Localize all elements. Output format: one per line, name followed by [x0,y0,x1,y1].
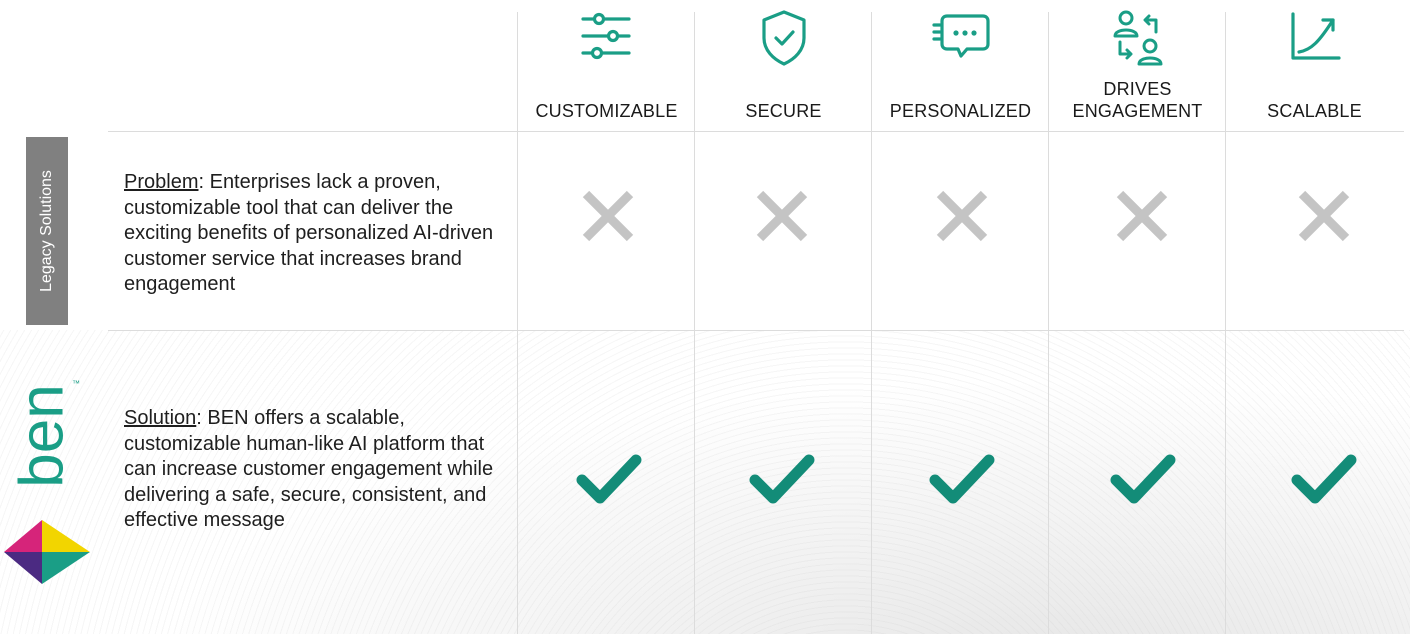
column-header-drives-engagement: DRIVES ENGAGEMENT [1049,0,1226,130]
legacy-solutions-tab: Legacy Solutions [26,137,68,325]
ben-wordmark: ben ™ [10,379,80,488]
check-icon [749,454,815,504]
x-icon [756,190,808,242]
ben-word: ben [10,384,76,487]
growth-chart-icon [1290,12,1341,60]
problem-statement: Problem: Enterprises lack a proven, cust… [124,170,509,298]
column-label: SECURE [745,101,822,121]
column-header-personalized: PERSONALIZED [872,0,1049,130]
chat-bubble-icon [931,14,990,58]
column-header-secure: SECURE [695,0,872,130]
trademark-symbol: ™ [72,379,80,388]
solution-heading: Solution [124,407,197,429]
x-icon [1116,190,1168,242]
ben-diamond-logo [4,520,90,584]
solution-statement: Solution: BEN offers a scalable, customi… [124,406,509,534]
check-icon [576,454,642,504]
shield-check-icon [761,10,806,66]
problem-heading: Problem [124,171,199,193]
legacy-solutions-label: Legacy Solutions [38,170,55,292]
column-header-scalable: SCALABLE [1226,0,1403,130]
x-icon [582,190,634,242]
check-icon [929,454,995,504]
sliders-icon [580,12,631,60]
users-exchange-icon [1113,10,1162,66]
check-icon [1110,454,1176,504]
column-label: DRIVES ENGAGEMENT [1072,79,1203,121]
x-icon [1298,190,1350,242]
check-icon [1291,454,1357,504]
row-divider [108,330,1404,331]
column-header-customizable: CUSTOMIZABLE [518,0,695,130]
x-icon [936,190,988,242]
column-label: CUSTOMIZABLE [535,101,678,121]
column-label: PERSONALIZED [889,101,1032,121]
column-label: SCALABLE [1267,101,1362,121]
row-divider [108,131,1404,132]
